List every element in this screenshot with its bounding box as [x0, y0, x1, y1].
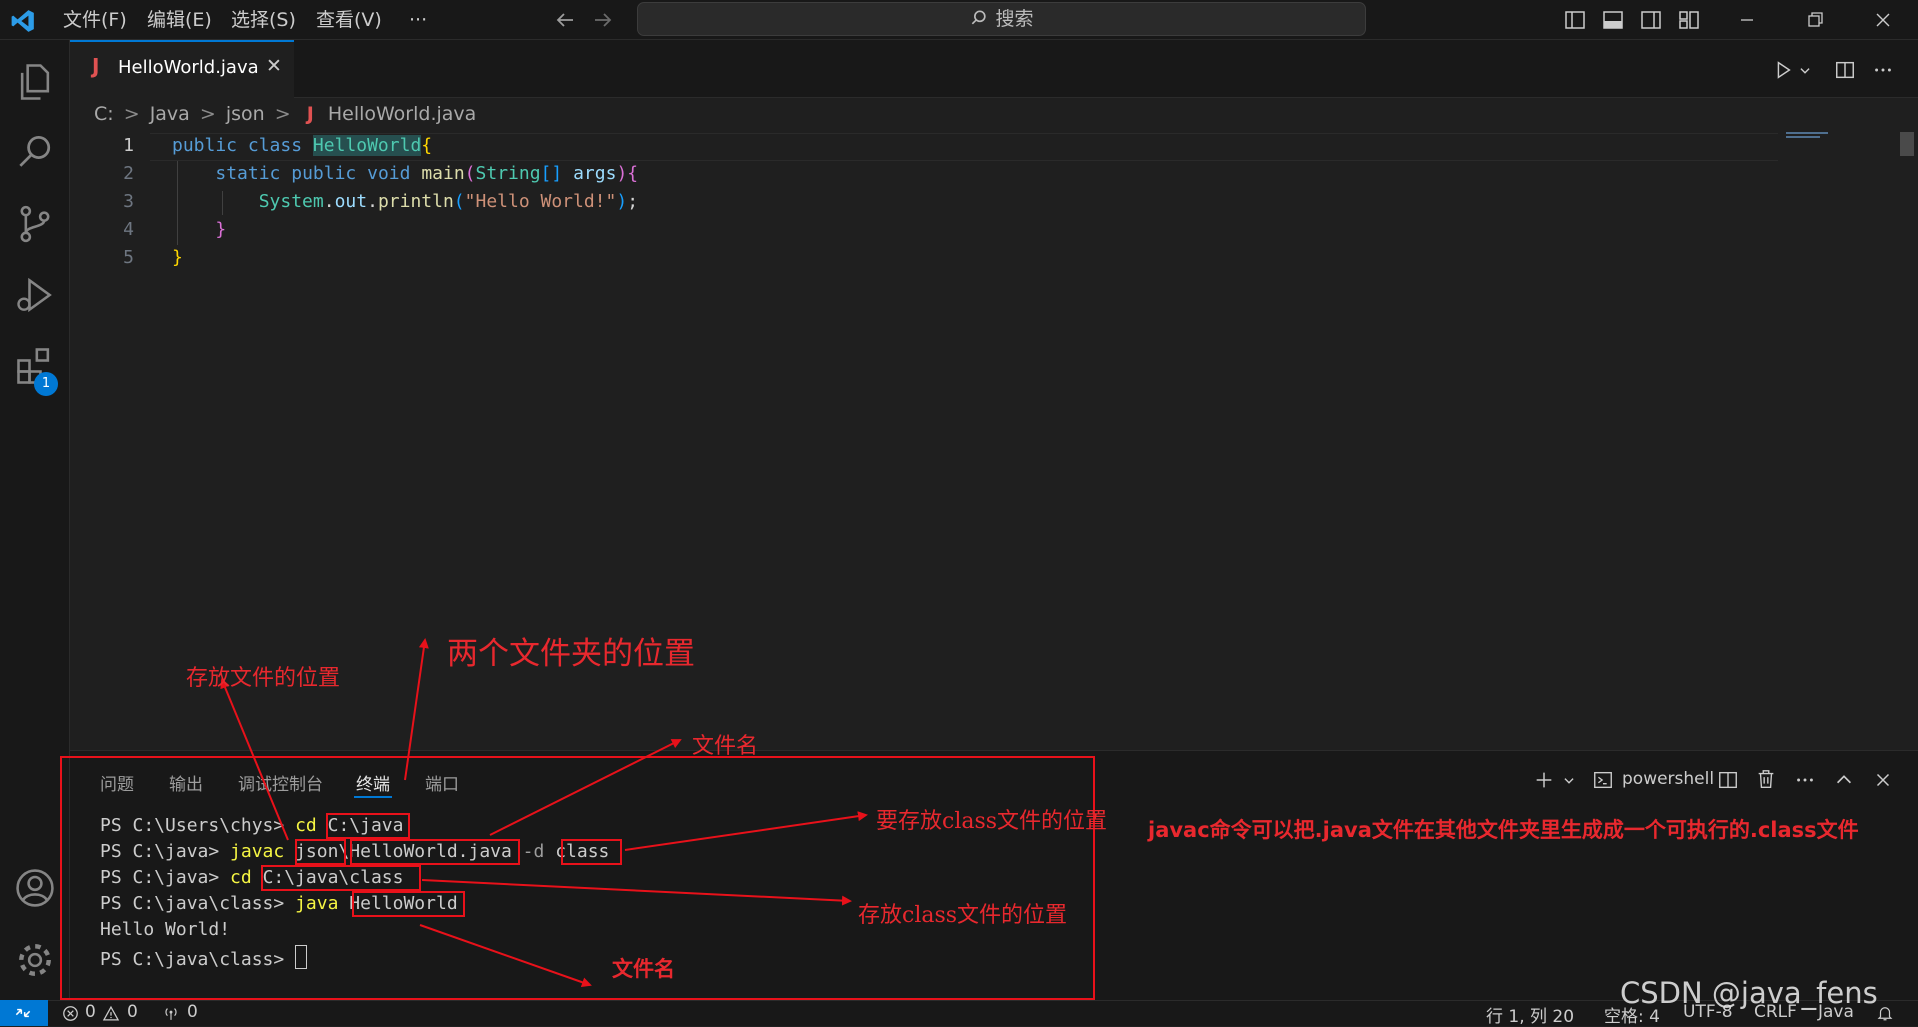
- ports-count[interactable]: 0: [187, 1002, 198, 1022]
- warning-icon: [102, 1005, 120, 1021]
- split-terminal-icon[interactable]: [1717, 769, 1739, 791]
- annotation-file-name-top: 文件名: [692, 734, 759, 759]
- more-actions-icon[interactable]: [1872, 59, 1894, 81]
- menu-file[interactable]: 文件(F): [63, 0, 127, 40]
- annotation-box-helloworld: [352, 891, 465, 917]
- close-panel-icon[interactable]: [1872, 769, 1894, 791]
- editor-scrollbar[interactable]: [1900, 132, 1914, 156]
- line-number: 5: [123, 247, 134, 268]
- account-icon[interactable]: [13, 866, 57, 910]
- terminal-shell-name[interactable]: powershell: [1622, 769, 1714, 789]
- search-placeholder: 搜索: [995, 8, 1034, 30]
- annotation-class-store-location-2: 存放class文件的位置: [858, 903, 1068, 928]
- split-editor-icon[interactable]: [1834, 59, 1856, 81]
- search-icon: [972, 10, 987, 25]
- breadcrumb-drive[interactable]: C:: [94, 103, 114, 125]
- breadcrumb-file[interactable]: HelloWorld.java: [328, 103, 476, 125]
- code-line[interactable]: public class HelloWorld{: [172, 135, 432, 156]
- code-line[interactable]: System.out.println("Hello World!");: [172, 191, 638, 212]
- breadcrumb-folder-json[interactable]: json: [226, 103, 265, 125]
- menu-view[interactable]: 查看(V): [316, 0, 382, 40]
- annotation-box-cjava: [326, 813, 410, 839]
- toggle-secondary-sidebar-icon[interactable]: [1639, 8, 1663, 32]
- minimap[interactable]: [1786, 132, 1828, 134]
- explorer-icon[interactable]: [13, 60, 57, 104]
- csdn-watermark: CSDN @java_fens: [1620, 976, 1878, 1010]
- run-icon[interactable]: [1772, 59, 1794, 81]
- breadcrumb-chevron-icon: >: [274, 103, 291, 125]
- search-view-icon[interactable]: [13, 131, 57, 175]
- maximize-panel-chevron-up-icon[interactable]: [1833, 769, 1855, 791]
- annotation-class-store-location-1: 要存放class文件的位置: [876, 809, 1108, 834]
- annotation-box-class: [561, 839, 622, 865]
- breadcrumb: C: > Java > json > J HelloWorld.java: [94, 103, 476, 129]
- minimize-icon[interactable]: [1735, 8, 1759, 32]
- breadcrumb-chevron-icon: >: [123, 103, 140, 125]
- settings-gear-icon[interactable]: [13, 938, 57, 982]
- java-file-icon: J: [92, 54, 100, 78]
- line-number: 3: [123, 191, 134, 212]
- menu-more[interactable]: ···: [409, 0, 427, 40]
- menu-selection[interactable]: 选择(S): [231, 0, 296, 40]
- breadcrumb-chevron-icon: >: [199, 103, 216, 125]
- close-window-icon[interactable]: [1871, 8, 1895, 32]
- menu-edit[interactable]: 编辑(E): [147, 0, 212, 40]
- notifications-bell-icon[interactable]: [1876, 1004, 1894, 1022]
- powershell-terminal-icon[interactable]: [1592, 769, 1614, 791]
- annotation-box-helloworld-java: [350, 839, 520, 865]
- remote-icon: [15, 1008, 31, 1018]
- line-number: 2: [123, 163, 134, 184]
- tab-label: HelloWorld.java: [118, 57, 259, 78]
- ports-antenna-icon: [165, 1008, 177, 1020]
- annotation-file-name-bottom: 文件名: [612, 957, 675, 981]
- code-line[interactable]: }: [172, 219, 226, 240]
- customize-layout-icon[interactable]: [1677, 8, 1701, 32]
- tab-close-icon[interactable]: ✕: [266, 55, 282, 77]
- toggle-panel-icon[interactable]: [1601, 8, 1625, 32]
- annotation-javac-note: javac命令可以把.java文件在其他文件夹里生成成一个可执行的.class文…: [1148, 818, 1859, 842]
- annotation-box-json: [295, 839, 346, 865]
- annotation-two-folders: 两个文件夹的位置: [447, 636, 695, 672]
- tab-helloworld-java[interactable]: J HelloWorld.java ✕: [70, 40, 294, 98]
- annotation-store-file-location: 存放文件的位置: [186, 666, 341, 691]
- line-number: 1: [123, 135, 134, 156]
- back-arrow-icon[interactable]: [553, 8, 577, 32]
- code-line[interactable]: }: [172, 247, 183, 268]
- java-file-icon: J: [306, 103, 314, 125]
- remote-indicator[interactable]: [0, 1000, 48, 1026]
- run-dropdown-chevron-icon[interactable]: [1798, 64, 1812, 78]
- source-control-icon[interactable]: [13, 202, 57, 246]
- new-terminal-plus-icon[interactable]: [1533, 769, 1555, 791]
- error-icon: [63, 1006, 78, 1021]
- run-debug-icon[interactable]: [13, 273, 57, 317]
- toggle-primary-sidebar-icon[interactable]: [1563, 8, 1587, 32]
- editor-tab-bar: [70, 40, 1918, 98]
- annotation-box-cjavaclass: [261, 865, 421, 891]
- warning-count[interactable]: 0: [127, 1002, 138, 1022]
- terminal-dropdown-chevron-icon[interactable]: [1562, 774, 1576, 788]
- annotation-frame: [60, 756, 1095, 1000]
- restore-icon[interactable]: [1803, 8, 1827, 32]
- breadcrumb-folder-java[interactable]: Java: [150, 103, 190, 125]
- error-count[interactable]: 0: [85, 1002, 96, 1022]
- command-center-search[interactable]: 搜索: [637, 2, 1366, 36]
- minimap-line: [1786, 136, 1820, 138]
- vscode-logo-icon: [11, 10, 34, 32]
- kill-terminal-trash-icon[interactable]: [1755, 768, 1777, 790]
- panel-more-actions-icon[interactable]: [1794, 769, 1816, 791]
- cursor-position[interactable]: 行 1, 列 20: [1486, 1002, 1574, 1027]
- forward-arrow-icon[interactable]: [591, 8, 615, 32]
- extensions-badge: 1: [34, 372, 58, 396]
- line-number: 4: [123, 219, 134, 240]
- code-line[interactable]: static public void main(String[] args){: [172, 163, 638, 184]
